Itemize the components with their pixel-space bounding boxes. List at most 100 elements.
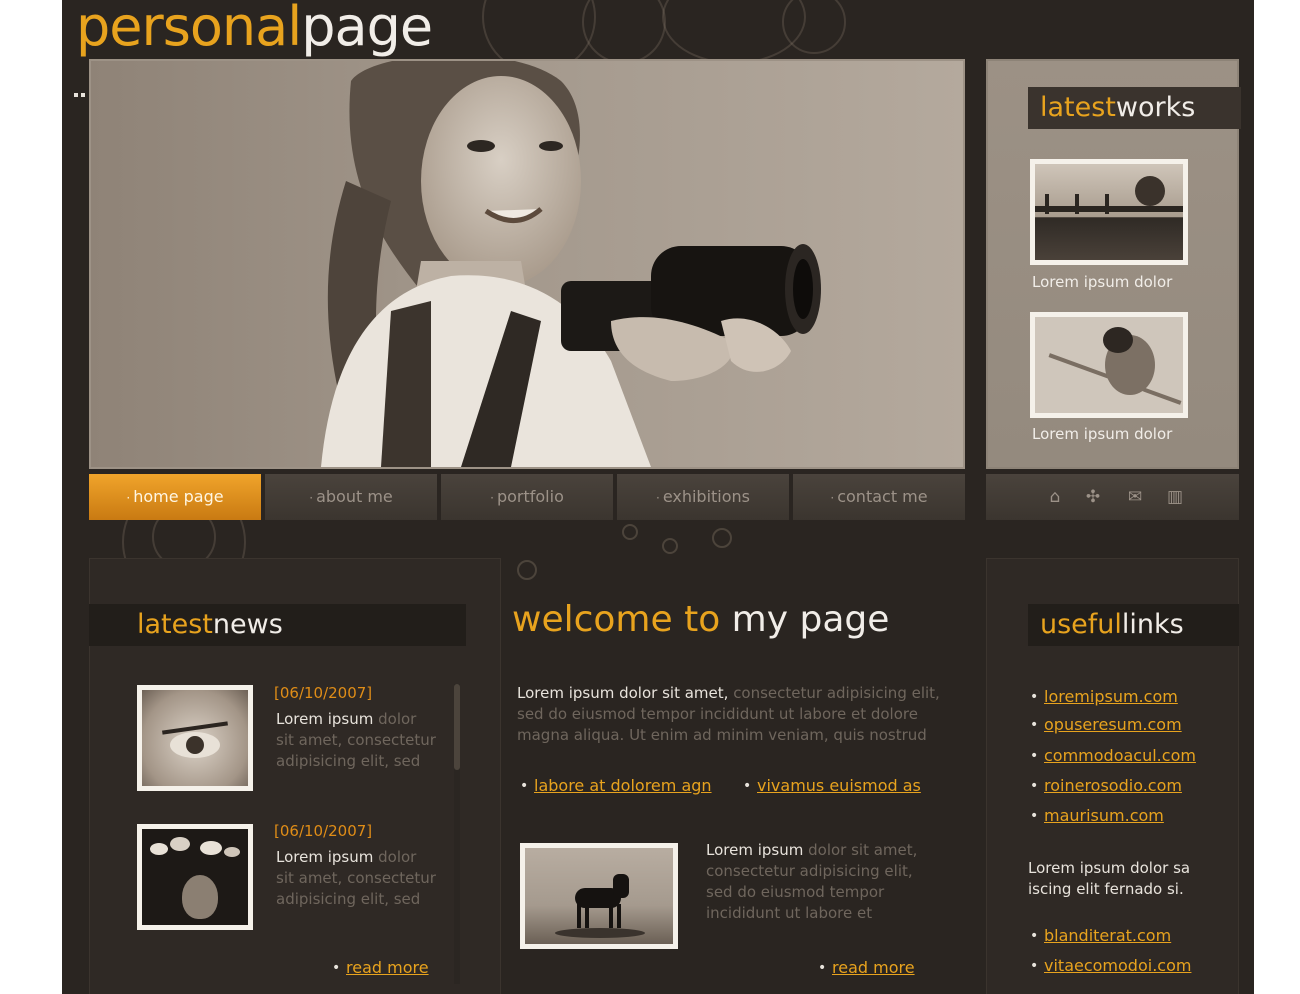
nav-label: home page [133,487,224,506]
useful-link[interactable]: commodoacul.com [1044,746,1196,765]
work-caption: Lorem ipsum dolor [1032,273,1173,291]
intro-lead: Lorem ipsum dolor sit amet, [517,684,729,702]
hero-image [89,59,965,469]
news-date: [06/10/2007] [274,684,373,702]
nav-bullet-icon: · [830,491,835,505]
eye-photo [142,690,248,786]
useful-link[interactable]: roinerosodio.com [1044,776,1182,795]
bullet-icon: • [1030,778,1039,794]
useful-link[interactable]: loremipsum.com [1044,687,1178,706]
decor-dot [622,524,638,540]
heading-rest: links [1121,609,1184,640]
para-line2: consectetur adipisicing elit, [706,862,913,880]
sitemap-icon[interactable]: ✣ [1080,484,1106,510]
nav-exhibitions[interactable]: · exhibitions [617,474,789,520]
blurb-line1: Lorem ipsum dolor sa [1028,859,1191,877]
work-thumbnail[interactable] [1030,159,1188,265]
bullet-icon: • [332,960,341,976]
nav-about-me[interactable]: · about me [265,474,437,520]
bullet-icon: • [1030,748,1039,764]
icon-toolbar: ⌂ ✣ ✉ ▥ [986,474,1239,520]
page: personalpage latestworks Lorem ipsum dol… [62,0,1254,994]
decor-dot [712,528,732,548]
bridge-photo [1035,164,1183,260]
bullet-icon: • [818,960,827,976]
latest-works-panel: latestworks Lorem ipsum dolor Lorem ipsu… [986,59,1241,469]
flowers-photo [142,829,248,925]
bullet-icon: • [1030,958,1039,974]
useful-link[interactable]: blanditerat.com [1044,926,1171,945]
nav-label: contact me [837,487,928,506]
heading-rest: works [1115,92,1196,123]
dog-photo [525,848,673,944]
decor-dot [517,560,537,580]
news-summary: Lorem ipsum dolor sit amet, consectetur … [276,709,446,772]
trash-icon[interactable]: ▥ [1162,484,1188,510]
intro-line3: magna aliqua. Ut enim ad minim veniam, q… [517,726,927,744]
news-lead: Lorem ipsum [276,710,374,728]
news-text-c: adipisicing elit, sed [276,752,421,770]
useful-link[interactable]: vitaecomodoi.com [1044,956,1191,975]
site-logo[interactable]: personalpage [76,0,433,58]
news-read-more-link[interactable]: read more [346,958,429,977]
bullet-icon: • [1030,928,1039,944]
heading-accent: latest [1040,92,1116,123]
nav-label: about me [316,487,393,506]
news-text-c: adipisicing elit, sed [276,890,421,908]
decor-dot [662,538,678,554]
logo-part-page: page [301,0,433,58]
latest-works-heading: latestworks [1028,87,1241,129]
work-caption: Lorem ipsum dolor [1032,425,1173,443]
para-lead: Lorem ipsum [706,841,804,859]
bullet-icon: • [743,778,752,794]
news-text-b: sit amet, consectetur [276,731,436,749]
heading-rest: my page [731,599,890,640]
bullet-icon: • [520,778,529,794]
welcome-read-more-link[interactable]: read more [832,958,915,977]
news-thumbnail[interactable] [137,824,253,930]
news-text-a: dolor [378,710,417,728]
nav-home-page[interactable]: · home page [89,474,261,520]
news-date: [06/10/2007] [274,822,373,840]
useful-links-blurb: Lorem ipsum dolor sa iscing elit fernado… [1028,858,1228,900]
heading-accent: useful [1040,609,1122,640]
nav-bullet-icon: · [655,491,660,505]
decor-dots [74,82,88,97]
heading-rest: news [212,609,283,640]
bullet-icon: • [1030,717,1039,733]
nav-contact-me[interactable]: · contact me [793,474,965,520]
bullet-icon: • [1030,808,1039,824]
nav-portfolio[interactable]: · portfolio [441,474,613,520]
useful-links-heading: usefullinks [1028,604,1239,646]
bird-photo [1035,317,1183,413]
news-text-a: dolor [378,848,417,866]
nav-label: exhibitions [662,487,751,506]
welcome-heading: welcome to my page [512,597,889,643]
welcome-link-2[interactable]: vivamus euismod as [757,776,921,795]
welcome-intro: Lorem ipsum dolor sit amet, consectetur … [517,683,957,746]
bullet-icon: • [1030,689,1039,705]
home-icon[interactable]: ⌂ [1042,484,1068,510]
nav-bullet-icon: · [126,491,131,505]
para-line1: dolor sit amet, [808,841,918,859]
news-scrollbar-thumb[interactable] [454,684,460,770]
news-lead: Lorem ipsum [276,848,374,866]
welcome-link-1[interactable]: labore at dolorem agn [534,776,712,795]
welcome-thumbnail[interactable] [520,843,678,949]
news-summary: Lorem ipsum dolor sit amet, consectetur … [276,847,446,910]
work-thumbnail[interactable] [1030,312,1188,418]
nav-label: portfolio [496,487,564,506]
logo-part-personal: personal [76,0,302,58]
para-line3: sed do eiusmod tempor [706,883,885,901]
nav-bullet-icon: · [309,491,314,505]
nav-bullet-icon: · [490,491,494,505]
intro-line2: sed do eiusmod tempor incididunt ut labo… [517,705,918,723]
mail-icon[interactable]: ✉ [1122,484,1148,510]
useful-link[interactable]: opuseresum.com [1044,715,1182,734]
blurb-line2: iscing elit fernado si. [1028,880,1184,898]
news-thumbnail[interactable] [137,685,253,791]
welcome-paragraph: Lorem ipsum dolor sit amet, consectetur … [706,840,946,924]
useful-link[interactable]: maurisum.com [1044,806,1164,825]
heading-accent: welcome to [512,599,721,640]
hero-photo-illustration [321,61,821,467]
